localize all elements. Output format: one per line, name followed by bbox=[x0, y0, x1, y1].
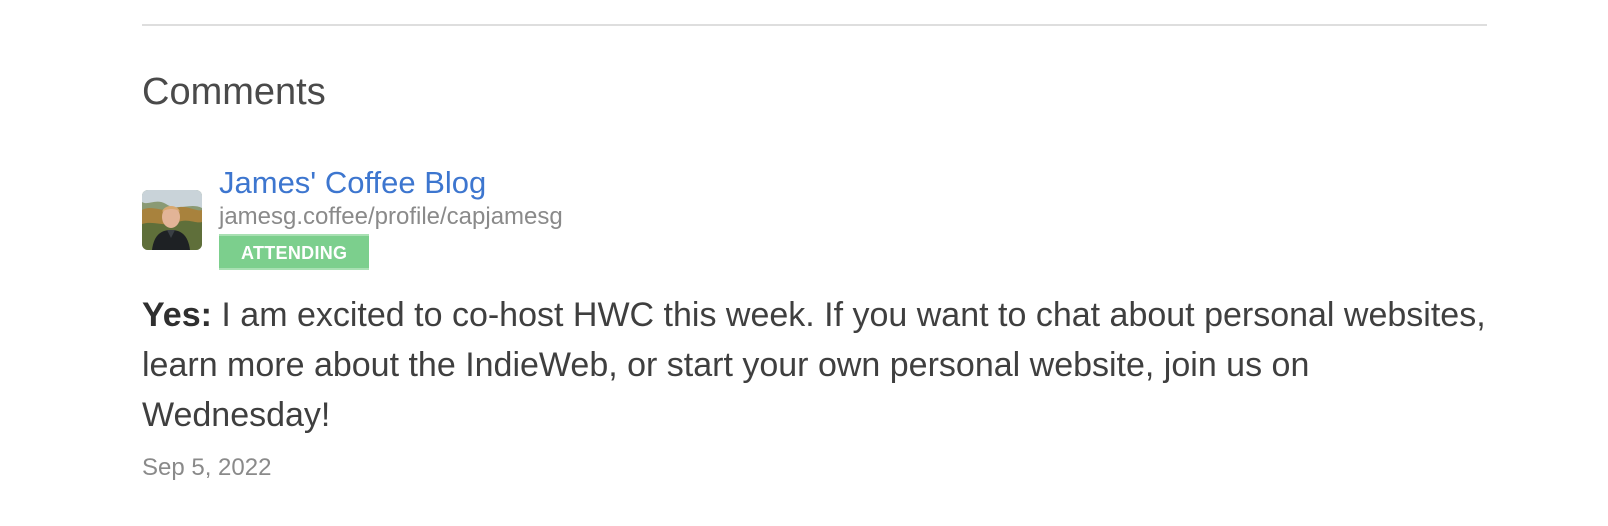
comment-date[interactable]: Sep 5, 2022 bbox=[142, 452, 1492, 484]
comments-heading: Comments bbox=[142, 71, 326, 113]
comment-item: James' Coffee Blog jamesg.coffee/profile… bbox=[142, 162, 1492, 484]
comment-text: I am excited to co-host HWC this week. I… bbox=[142, 296, 1486, 434]
author-url: jamesg.coffee/profile/capjamesg bbox=[219, 203, 563, 230]
comment-header: James' Coffee Blog jamesg.coffee/profile… bbox=[142, 162, 1492, 270]
author-name-link[interactable]: James' Coffee Blog bbox=[219, 162, 563, 204]
author-meta: James' Coffee Blog jamesg.coffee/profile… bbox=[219, 162, 563, 270]
rsvp-label: Yes: bbox=[142, 296, 212, 334]
comment-body: Yes: I am excited to co-host HWC this we… bbox=[142, 290, 1492, 440]
avatar-photo-icon bbox=[142, 190, 202, 250]
rsvp-status-badge: ATTENDING bbox=[219, 234, 370, 270]
section-divider bbox=[142, 24, 1487, 26]
author-avatar[interactable] bbox=[142, 190, 202, 250]
